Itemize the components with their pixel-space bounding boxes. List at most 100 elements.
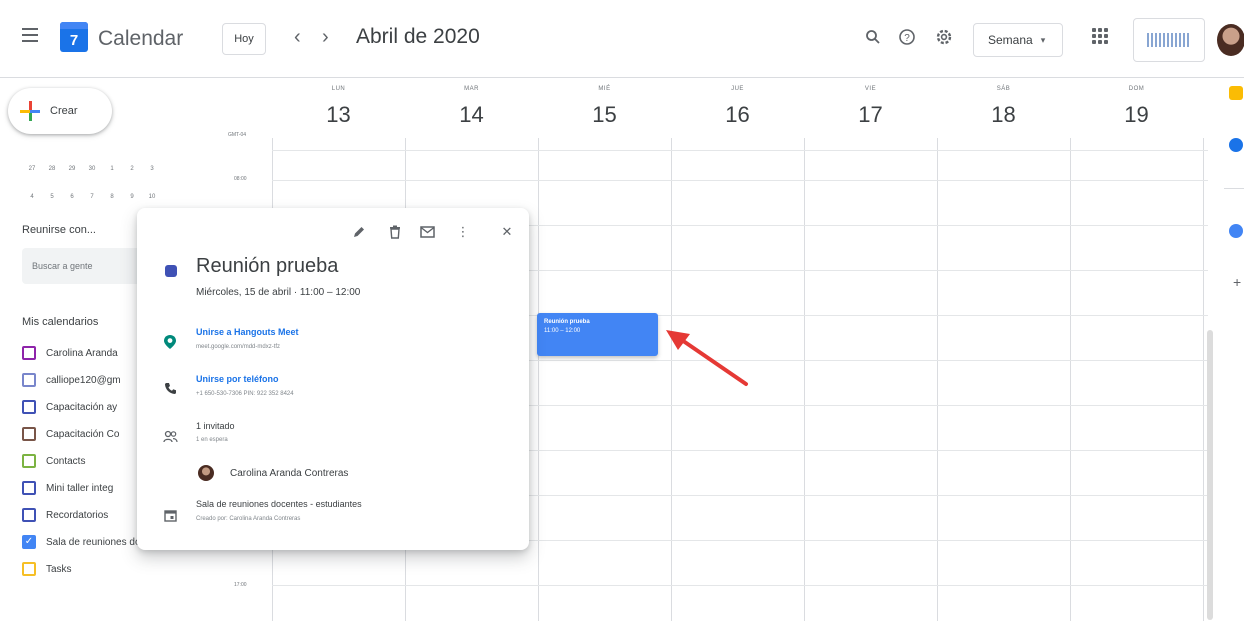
mini-calendar-day[interactable]: 8 bbox=[102, 194, 122, 200]
email-guests-icon[interactable] bbox=[417, 222, 437, 242]
popover-event-title: Reunión prueba bbox=[196, 255, 339, 277]
calendar-item[interactable]: Capacitación Co bbox=[22, 423, 119, 445]
guest-status: 1 en espera bbox=[196, 437, 228, 443]
next-week-icon[interactable]: › bbox=[322, 26, 329, 48]
calendar-item-label: calliope120@gm bbox=[46, 374, 121, 386]
calendar-item[interactable]: calliope120@gm bbox=[22, 369, 121, 391]
meet-url: meet.google.com/mdd-mdxz-tfz bbox=[196, 344, 281, 350]
calendar-item-label: Recordatorios bbox=[46, 509, 109, 521]
view-selector-label: Semana bbox=[988, 33, 1033, 47]
calendar-item-label: Capacitación ay bbox=[46, 401, 118, 413]
mini-calendar-day[interactable]: 7 bbox=[82, 194, 102, 200]
account-avatar[interactable] bbox=[1217, 24, 1244, 56]
organization-logo-mark bbox=[1147, 33, 1191, 47]
calendar-checkbox-checked[interactable]: ✓ bbox=[22, 535, 36, 549]
join-by-phone-link[interactable]: Unirse por teléfono bbox=[196, 374, 279, 384]
mini-calendar-day[interactable]: 6 bbox=[62, 194, 82, 200]
mini-calendar-day[interactable]: 28 bbox=[42, 166, 62, 172]
organization-logo[interactable] bbox=[1133, 18, 1205, 62]
calendar-event[interactable]: Reunión prueba 11:00 – 12:00 bbox=[537, 313, 658, 356]
event-details-popover: ⋮ ✕ Reunión prueba Miércoles, 15 de abri… bbox=[137, 208, 529, 550]
previous-week-icon[interactable]: ‹ bbox=[294, 26, 301, 48]
day-divider bbox=[1203, 138, 1204, 621]
hour-line bbox=[272, 180, 1208, 181]
day-header-sat[interactable]: SÁB 18 bbox=[937, 78, 1070, 150]
settings-icon[interactable] bbox=[933, 26, 955, 48]
day-number[interactable]: 13 bbox=[272, 102, 405, 128]
day-number[interactable]: 19 bbox=[1070, 102, 1203, 128]
hour-line bbox=[272, 150, 1208, 151]
close-icon[interactable]: ✕ bbox=[497, 222, 517, 242]
join-meet-link[interactable]: Unirse a Hangouts Meet bbox=[196, 327, 299, 337]
calendar-item[interactable]: Capacitación ay bbox=[22, 396, 117, 418]
rail-divider bbox=[1224, 188, 1244, 189]
app-title: Calendar bbox=[98, 27, 184, 50]
google-apps-icon[interactable] bbox=[1092, 28, 1108, 44]
today-button[interactable]: Hoy bbox=[222, 23, 266, 55]
calendar-checkbox[interactable] bbox=[22, 400, 36, 414]
mini-calendar-day[interactable]: 29 bbox=[62, 166, 82, 172]
event-title: Reunión prueba bbox=[544, 319, 590, 325]
mini-calendar-day[interactable]: 2 bbox=[122, 166, 142, 172]
create-button[interactable]: Crear bbox=[8, 88, 112, 134]
mini-calendar-day[interactable]: 9 bbox=[122, 194, 142, 200]
mini-calendar-day[interactable]: 3 bbox=[142, 166, 162, 172]
edit-icon[interactable] bbox=[349, 222, 369, 242]
day-number[interactable]: 18 bbox=[937, 102, 1070, 128]
main-menu-icon[interactable] bbox=[22, 28, 38, 42]
calendar-item-label: Mini taller integ bbox=[46, 482, 114, 494]
grid-scrollbar[interactable] bbox=[1207, 330, 1213, 620]
calendar-checkbox[interactable] bbox=[22, 481, 36, 495]
calendar-item[interactable]: Mini taller integ bbox=[22, 477, 113, 499]
calendar-checkbox[interactable] bbox=[22, 562, 36, 576]
mini-calendar-week: 4 5 6 7 8 9 10 bbox=[22, 194, 162, 200]
tasks-icon[interactable] bbox=[1229, 138, 1243, 152]
day-name: JUE bbox=[731, 86, 744, 92]
event-creator: Creado por: Carolina Aranda Contreras bbox=[196, 516, 301, 522]
day-header-fri[interactable]: VIE 17 bbox=[804, 78, 937, 150]
calendar-item[interactable]: Tasks bbox=[22, 558, 72, 580]
day-header-wed[interactable]: MIÉ 15 bbox=[538, 78, 671, 150]
day-name: DOM bbox=[1128, 86, 1145, 92]
day-divider bbox=[804, 138, 805, 621]
view-selector[interactable]: Semana ▾ bbox=[973, 23, 1063, 57]
search-icon[interactable] bbox=[862, 26, 884, 48]
contacts-icon[interactable] bbox=[1229, 224, 1243, 238]
day-number[interactable]: 15 bbox=[538, 102, 671, 128]
day-number[interactable]: 17 bbox=[804, 102, 937, 128]
calendar-checkbox[interactable] bbox=[22, 346, 36, 360]
calendar-checkbox[interactable] bbox=[22, 454, 36, 468]
phone-details: +1 650-530-7306 PIN: 922 352 8424 bbox=[196, 391, 294, 397]
day-divider bbox=[937, 138, 938, 621]
calendar-item[interactable]: Contacts bbox=[22, 450, 85, 472]
calendar-checkbox[interactable] bbox=[22, 427, 36, 441]
help-icon[interactable]: ? bbox=[896, 26, 918, 48]
mini-calendar-day[interactable]: 1 bbox=[102, 166, 122, 172]
day-header-thu[interactable]: JUE 16 bbox=[671, 78, 804, 150]
mini-calendar-day[interactable]: 10 bbox=[142, 194, 162, 200]
mini-calendar-day[interactable]: 5 bbox=[42, 194, 62, 200]
day-number[interactable]: 16 bbox=[671, 102, 804, 128]
timezone-label: GMT-04 bbox=[228, 132, 247, 138]
calendar-logo-icon: 7 bbox=[60, 22, 88, 52]
calendar-item[interactable]: Recordatorios bbox=[22, 504, 108, 526]
day-divider bbox=[538, 138, 539, 621]
day-header-tue[interactable]: MAR 14 bbox=[405, 78, 538, 150]
day-header-sun[interactable]: DOM 19 bbox=[1070, 78, 1203, 150]
calendar-app: 7 Calendar Hoy ‹ › Abril de 2020 ? Seman… bbox=[0, 0, 1244, 621]
delete-icon[interactable] bbox=[385, 222, 405, 242]
keep-icon[interactable] bbox=[1229, 86, 1243, 100]
calendar-checkbox[interactable] bbox=[22, 373, 36, 387]
more-options-icon[interactable]: ⋮ bbox=[453, 222, 473, 242]
event-color-square bbox=[165, 265, 177, 277]
day-header-mon[interactable]: LUN 13 bbox=[272, 78, 405, 150]
mini-calendar-day[interactable]: 4 bbox=[22, 194, 42, 200]
day-number[interactable]: 14 bbox=[405, 102, 538, 128]
day-divider bbox=[1070, 138, 1071, 621]
calendar-item[interactable]: Carolina Aranda bbox=[22, 342, 118, 364]
mini-calendar-day[interactable]: 30 bbox=[82, 166, 102, 172]
mini-calendar-day[interactable]: 27 bbox=[22, 166, 42, 172]
add-addon-icon[interactable]: + bbox=[1233, 274, 1241, 290]
my-calendars-heading[interactable]: Mis calendarios bbox=[22, 316, 98, 328]
calendar-checkbox[interactable] bbox=[22, 508, 36, 522]
